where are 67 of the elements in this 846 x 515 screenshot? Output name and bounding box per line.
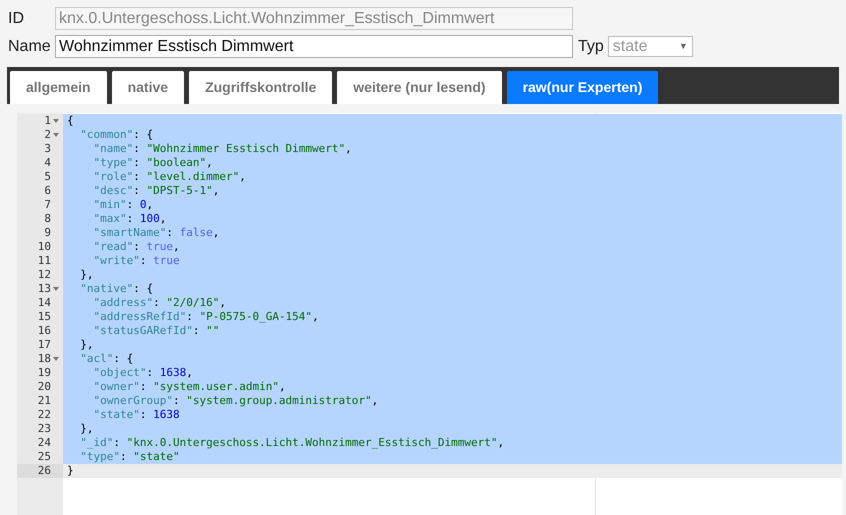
line-number: 12 (38, 268, 51, 282)
line-number: 13 (38, 282, 51, 296)
name-label: Name (8, 36, 52, 56)
line-number: 2 (44, 128, 51, 142)
code-line: }, (79, 338, 94, 352)
type-select[interactable]: state ▼ (608, 36, 693, 57)
line-number: 3 (44, 142, 51, 156)
code-line: "read": true, (92, 240, 180, 254)
tab[interactable]: allgemein (10, 71, 107, 104)
code-line: "type": "state" (79, 450, 180, 464)
code-line: "smartName": false, (92, 226, 220, 240)
code-line: "type": "boolean", (92, 156, 213, 170)
code-line: }, (79, 268, 94, 282)
line-number: 15 (38, 310, 51, 324)
type-label: Typ (578, 36, 604, 56)
line-number: 4 (44, 156, 51, 170)
fold-caret-icon[interactable] (53, 287, 59, 291)
line-number: 20 (38, 380, 51, 394)
code-line: { (67, 114, 74, 128)
name-field[interactable]: Wohnzimmer Esstisch Dimmwert (55, 35, 573, 58)
line-number: 19 (38, 366, 51, 380)
code-line: "state": 1638 (92, 408, 180, 422)
code-line: "max": 100, (92, 212, 166, 226)
line-number: 17 (38, 338, 51, 352)
tab[interactable]: native (112, 71, 184, 104)
fold-caret-icon[interactable] (53, 133, 59, 137)
code-line: "object": 1638, (92, 366, 193, 380)
line-number: 1 (44, 114, 51, 128)
line-number: 16 (38, 324, 51, 338)
line-number: 10 (38, 240, 51, 254)
code-line: }, (79, 422, 94, 436)
code-line: "owner": "system.user.admin", (92, 380, 286, 394)
line-number: 26 (38, 464, 51, 478)
code-line: "acl": { (79, 352, 134, 366)
line-number: 7 (44, 198, 51, 212)
code-line: } (67, 464, 74, 478)
code-line: "desc": "DPST-5-1", (92, 184, 220, 198)
line-number: 22 (38, 408, 51, 422)
line-number: 9 (44, 226, 51, 240)
code-line: "role": "level.dimmer", (92, 170, 246, 184)
fold-caret-icon[interactable] (53, 357, 59, 361)
id-label: ID (8, 8, 25, 28)
code-line: "native": { (79, 282, 154, 296)
line-number: 21 (38, 394, 51, 408)
tab[interactable]: raw(nur Experten) (506, 71, 658, 104)
line-number: 25 (38, 450, 51, 464)
code-editor[interactable] (63, 113, 842, 515)
code-line: "name": "Wohnzimmer Esstisch Dimmwert", (92, 142, 352, 156)
code-line: "statusGARefId": "" (92, 324, 220, 338)
code-line: "min": 0, (92, 198, 154, 212)
line-number: 14 (38, 296, 51, 310)
line-number: 8 (44, 212, 51, 226)
tab[interactable]: weitere (nur lesend) (337, 71, 502, 104)
code-line: "addressRefId": "P-0575-0_GA-154", (92, 310, 319, 324)
line-number: 24 (38, 436, 51, 450)
line-number: 23 (38, 422, 51, 436)
tab[interactable]: Zugriffskontrolle (189, 71, 332, 104)
fold-caret-icon[interactable] (53, 119, 59, 123)
line-number: 5 (44, 170, 51, 184)
code-line: "_id": "knx.0.Untergeschoss.Licht.Wohnzimmer_Esstisch_Dimmwert", (79, 436, 504, 450)
code-line: "common": { (79, 128, 154, 142)
code-line: "ownerGroup": "system.group.administrator", (92, 394, 378, 408)
line-number: 18 (38, 352, 51, 366)
line-number: 6 (44, 184, 51, 198)
line-number: 11 (38, 254, 51, 268)
code-line: "write": true (92, 254, 180, 268)
code-line: "address": "2/0/16", (92, 296, 226, 310)
